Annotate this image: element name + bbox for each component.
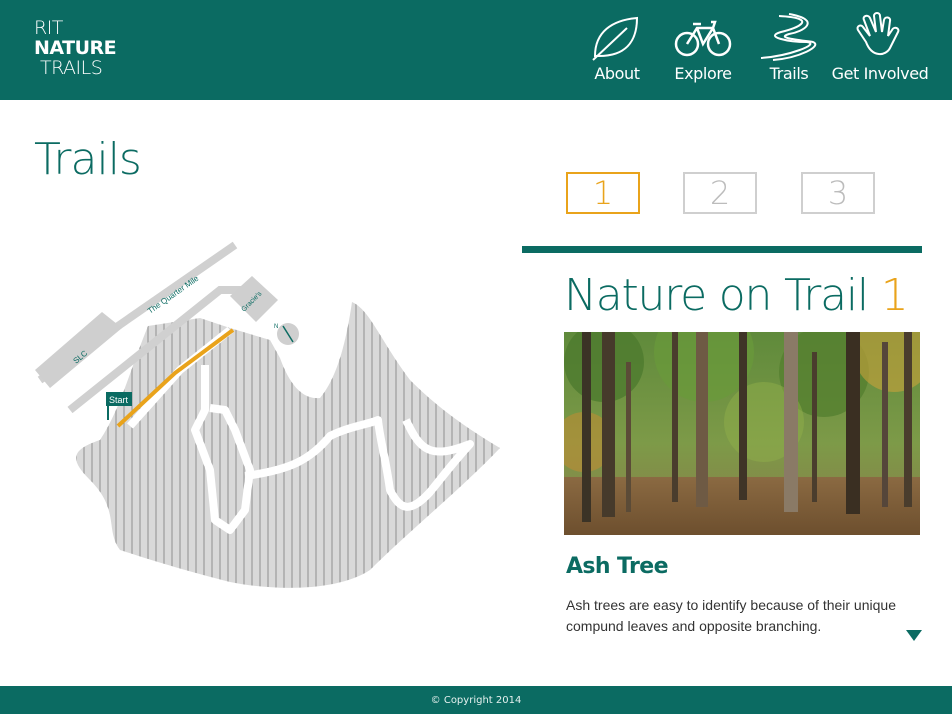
section-divider	[522, 246, 922, 253]
nav-item-about[interactable]: About	[574, 12, 660, 83]
tab-trail-1[interactable]: 1	[566, 172, 640, 214]
nav-label-trails: Trails	[769, 64, 809, 83]
main-nav: About Explore Trails Get Involved	[574, 12, 929, 83]
leaf-icon	[592, 16, 639, 61]
tab-trail-3[interactable]: 3	[801, 172, 875, 214]
logo-line-1: RIT	[34, 17, 63, 39]
trail-tabs: 1 2 3	[566, 172, 886, 214]
copyright-text: © Copyright 2014	[430, 694, 522, 706]
section-title-text: Nature on Trail	[564, 270, 881, 321]
nav-item-trails[interactable]: Trails	[746, 12, 832, 83]
scroll-down-arrow-icon[interactable]	[906, 630, 922, 641]
site-footer: © Copyright 2014	[0, 686, 952, 714]
hand-icon	[856, 12, 900, 55]
nav-item-explore[interactable]: Explore	[660, 12, 746, 83]
start-label: Start	[109, 395, 129, 405]
winding-path-icon	[760, 13, 817, 61]
bicycle-icon	[674, 20, 732, 57]
site-logo[interactable]: RIT NATURE TRAILS	[34, 17, 117, 79]
nav-label-get-involved: Get Involved	[831, 64, 929, 83]
page-title: Trails	[34, 134, 142, 185]
nav-label-explore: Explore	[674, 64, 732, 83]
logo-line-3: TRAILS	[40, 57, 103, 79]
site-header: RIT NATURE TRAILS About Explore Trails G…	[0, 0, 952, 100]
nav-item-get-involved[interactable]: Get Involved	[831, 12, 929, 83]
compass-icon: N	[274, 323, 299, 345]
trail-map[interactable]: Start The Quarter Mile SLC Gracie's N	[30, 230, 510, 610]
tab-trail-2[interactable]: 2	[683, 172, 757, 214]
forest-photo	[564, 332, 920, 535]
item-description: Ash trees are easy to identify because o…	[566, 597, 896, 634]
section-title: Nature on Trail 1	[564, 270, 909, 321]
item-title: Ash Tree	[566, 554, 669, 579]
logo-line-2: NATURE	[34, 37, 117, 59]
north-label: N	[274, 324, 278, 330]
section-trail-number: 1	[880, 270, 909, 321]
nav-label-about: About	[594, 64, 640, 83]
